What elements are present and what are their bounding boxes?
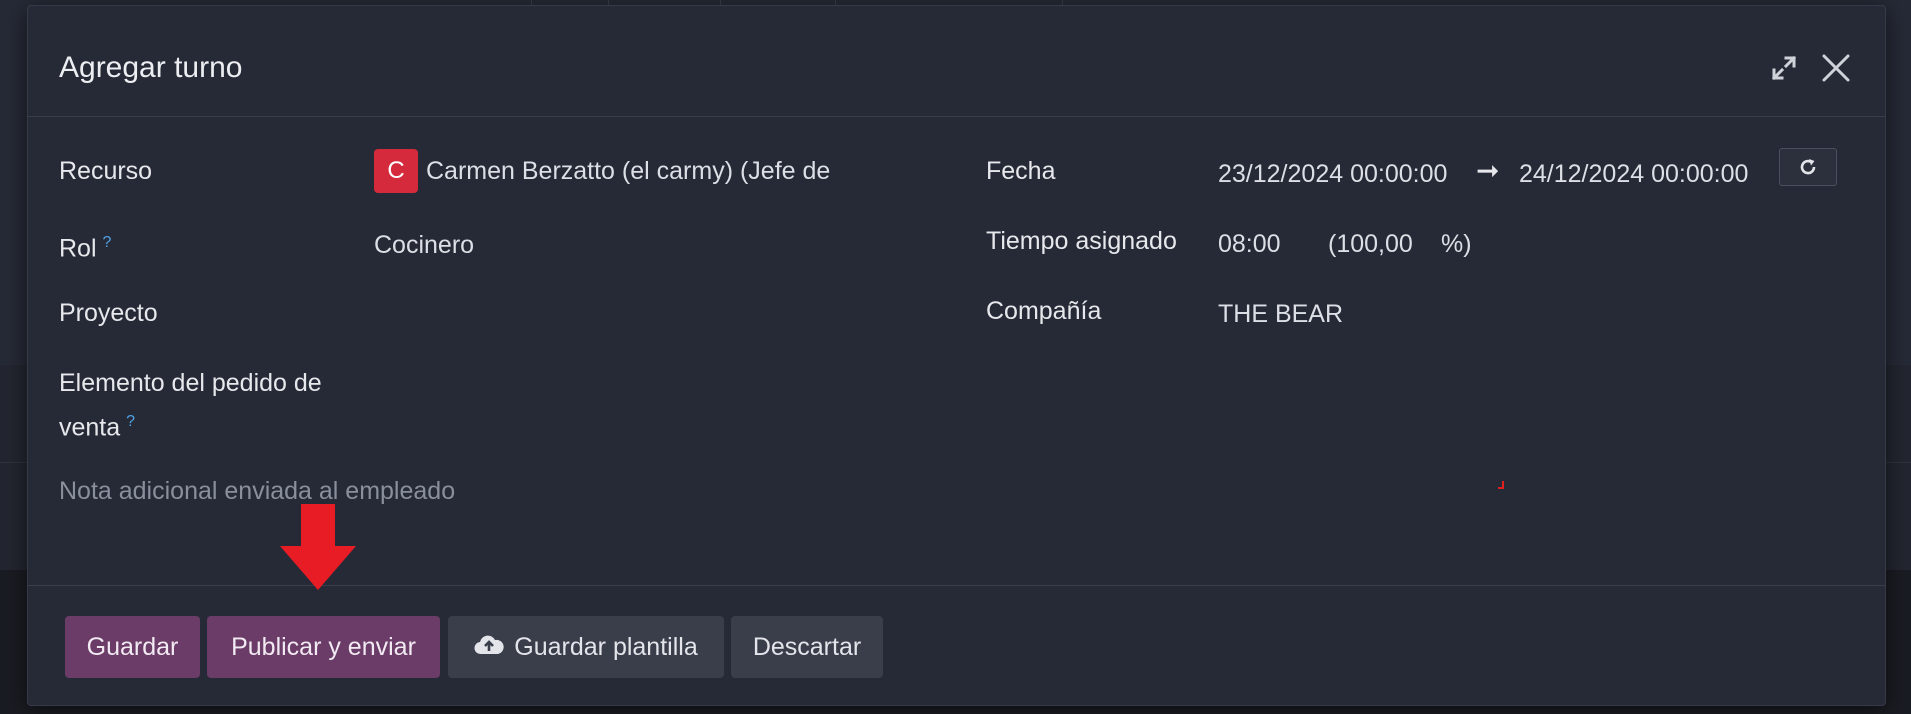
dialog-title: Agregar turno xyxy=(59,51,243,84)
annotation-arrow-icon xyxy=(280,504,356,590)
allocated-percent-field[interactable]: (100,00 xyxy=(1328,225,1413,263)
project-label: Proyecto xyxy=(59,299,158,327)
save-button[interactable]: Guardar xyxy=(65,616,200,678)
allocated-time-label: Tiempo asignado xyxy=(986,227,1177,255)
expand-icon[interactable] xyxy=(1767,51,1801,85)
refresh-icon xyxy=(1800,159,1816,175)
project-field[interactable] xyxy=(374,294,934,332)
date-end-field[interactable]: 24/12/2024 00:00:00 xyxy=(1519,155,1748,193)
date-range-arrow-icon: ➞ xyxy=(1476,155,1500,186)
sale-order-line-label: Elemento del pedido de xyxy=(59,369,322,397)
company-label: Compañía xyxy=(986,297,1102,325)
save-template-button[interactable]: Guardar plantilla xyxy=(448,616,724,678)
dialog-header: Agregar turno xyxy=(28,6,1885,117)
role-field[interactable]: Cocinero xyxy=(374,226,474,264)
allocated-hours-field[interactable]: 08:00 xyxy=(1218,225,1281,263)
resource-avatar: C xyxy=(374,149,418,193)
role-label: Rol? xyxy=(59,234,112,263)
note-field[interactable]: Nota adicional enviada al empleado xyxy=(59,472,455,510)
publish-and-send-button[interactable]: Publicar y enviar xyxy=(207,616,440,678)
close-icon[interactable] xyxy=(1819,51,1853,85)
percent-sign: %) xyxy=(1441,230,1472,258)
add-shift-dialog: Agregar turno Recurso C Carmen Berzatto … xyxy=(27,5,1886,706)
date-start-field[interactable]: 23/12/2024 00:00:00 xyxy=(1218,155,1447,193)
discard-button[interactable]: Descartar xyxy=(731,616,883,678)
sale-order-help-icon[interactable]: ? xyxy=(126,413,135,430)
cloud-upload-icon xyxy=(474,617,504,679)
resource-label: Recurso xyxy=(59,157,153,185)
date-label: Fecha xyxy=(986,157,1056,185)
dialog-footer: Guardar Publicar y enviar Guardar planti… xyxy=(28,585,1885,706)
role-help-icon[interactable]: ? xyxy=(103,234,112,251)
sale-order-line-label-cont: venta? xyxy=(59,413,136,442)
save-template-label: Guardar plantilla xyxy=(514,633,698,661)
refresh-button[interactable] xyxy=(1779,148,1837,186)
resource-field[interactable]: Carmen Berzatto (el carmy) (Jefe de xyxy=(426,152,830,190)
company-field[interactable]: THE BEAR xyxy=(1218,295,1343,333)
annotation-mark xyxy=(1498,481,1504,489)
